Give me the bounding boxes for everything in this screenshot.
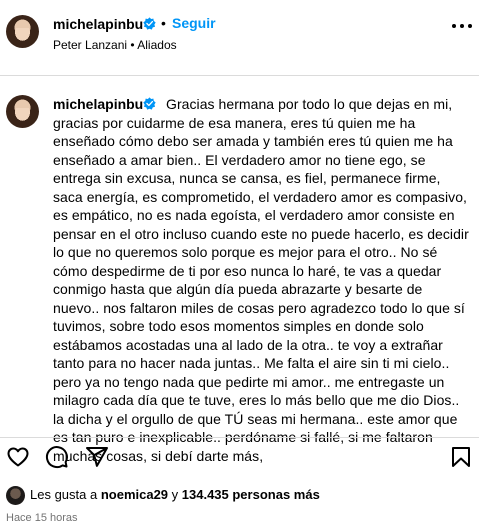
likes-count[interactable]: 134.435 personas más: [182, 487, 320, 502]
header-separator: •: [161, 15, 166, 31]
follow-button[interactable]: Seguir: [172, 15, 216, 31]
bookmark-icon[interactable]: [449, 445, 473, 469]
caption-avatar[interactable]: [6, 95, 39, 128]
comment-icon[interactable]: [45, 445, 69, 469]
more-icon[interactable]: [452, 24, 472, 30]
likes-prefix: Les gusta a: [30, 487, 101, 502]
header-subtitle[interactable]: Peter Lanzani • Aliados: [53, 38, 177, 52]
likes-text: Les gusta a noemica29 y 134.435 personas…: [30, 487, 320, 502]
heart-icon[interactable]: [6, 445, 30, 469]
header-username[interactable]: michelapinbu: [53, 16, 143, 32]
liker-avatar[interactable]: [6, 486, 25, 505]
likes-conjunction: y: [168, 487, 182, 502]
post-header: michelapinbu • Seguir Peter Lanzani • Al…: [0, 0, 479, 76]
likes-row: Les gusta a noemica29 y 134.435 personas…: [0, 485, 479, 507]
caption-text: Gracias hermana por todo lo que dejas en…: [53, 96, 469, 464]
post-timestamp[interactable]: Hace 15 horas: [6, 512, 78, 524]
verified-badge-icon: [143, 17, 156, 30]
liker-username[interactable]: noemica29: [101, 487, 168, 502]
caption-text-block: Gracias hermana por todo lo que dejas en…: [53, 95, 471, 465]
share-icon[interactable]: [85, 445, 109, 469]
action-bar: [0, 437, 479, 483]
header-avatar[interactable]: [6, 15, 39, 48]
